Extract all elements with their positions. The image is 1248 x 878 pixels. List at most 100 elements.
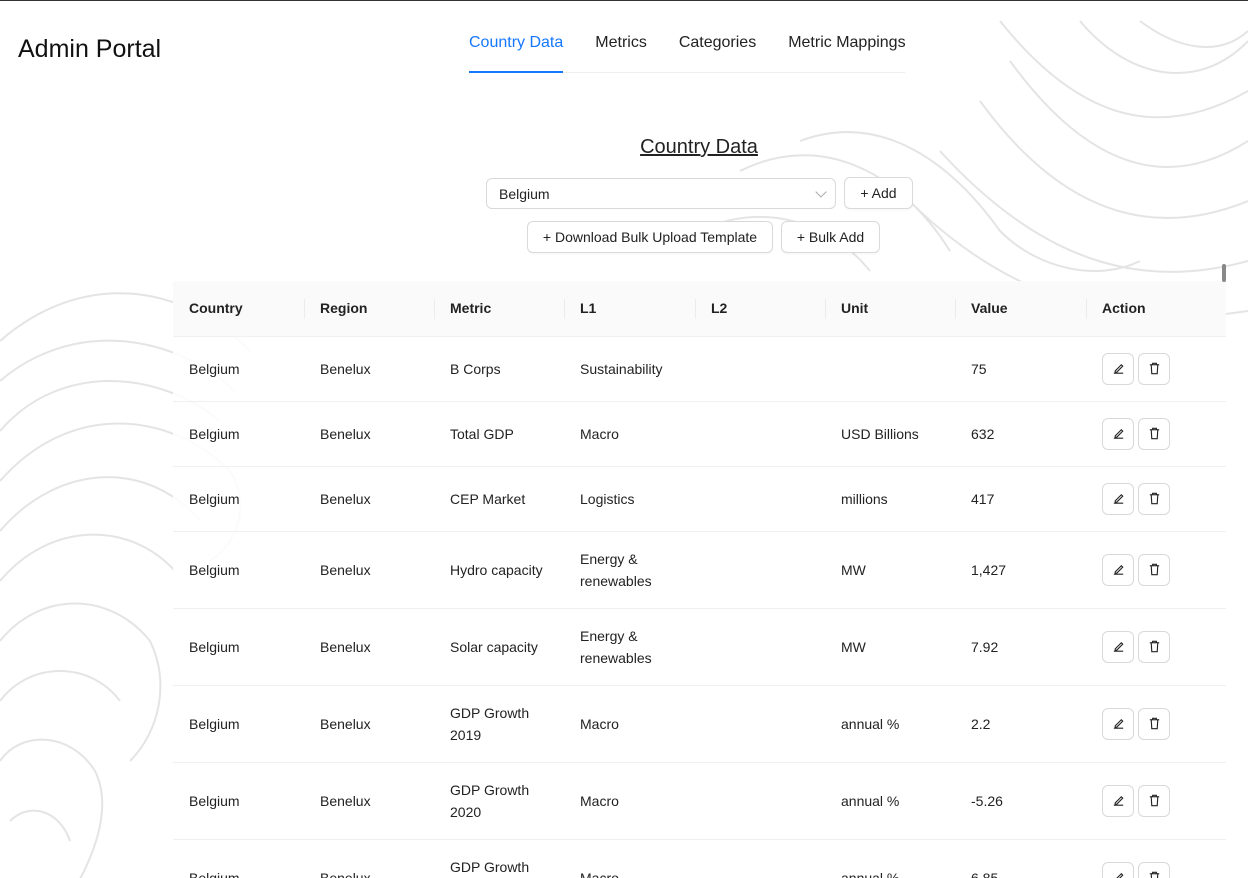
cell-action (1086, 401, 1226, 467)
delete-button[interactable] (1138, 861, 1170, 878)
delete-button[interactable] (1138, 707, 1170, 740)
edit-icon (1111, 716, 1126, 731)
cell-country: Belgium (173, 531, 304, 609)
cell-action (1086, 336, 1226, 402)
delete-button[interactable] (1138, 784, 1170, 817)
edit-button[interactable] (1102, 630, 1134, 663)
table-header-row: Country Region Metric L1 L2 Unit Value A… (173, 281, 1226, 337)
cell-l2 (695, 466, 825, 532)
cell-l1: Macro (564, 401, 695, 467)
edit-button[interactable] (1102, 417, 1134, 450)
cell-metric: GDP Growth 2020 (434, 762, 564, 840)
chevron-down-icon (815, 186, 827, 198)
row-actions (1102, 482, 1210, 515)
page-title: Country Data (640, 136, 758, 158)
cell-l1: Energy & renewables (564, 531, 695, 609)
delete-icon (1147, 716, 1162, 731)
column-header-unit[interactable]: Unit (825, 281, 955, 337)
tab-categories[interactable]: Categories (679, 31, 756, 72)
cell-region: Benelux (304, 762, 434, 840)
download-template-button[interactable]: + Download Bulk Upload Template (527, 221, 773, 253)
delete-button[interactable] (1138, 482, 1170, 515)
cell-l1: Logistics (564, 466, 695, 532)
cell-unit: MW (825, 608, 955, 686)
delete-icon (1147, 870, 1162, 878)
cell-l2 (695, 401, 825, 467)
cell-country: Belgium (173, 336, 304, 402)
country-select[interactable]: Belgium (486, 178, 836, 209)
cell-region: Benelux (304, 685, 434, 763)
cell-value: 75 (955, 336, 1086, 402)
row-actions (1102, 630, 1210, 663)
delete-button[interactable] (1138, 630, 1170, 663)
column-header-value[interactable]: Value (955, 281, 1086, 337)
row-actions (1102, 417, 1210, 450)
cell-l1: Macro (564, 762, 695, 840)
delete-icon (1147, 361, 1162, 376)
edit-icon (1111, 793, 1126, 808)
table-scrollbar[interactable] (1222, 264, 1226, 282)
column-header-region[interactable]: Region (304, 281, 434, 337)
edit-button[interactable] (1102, 861, 1134, 878)
cell-l2 (695, 336, 825, 402)
delete-button[interactable] (1138, 417, 1170, 450)
cell-value: 632 (955, 401, 1086, 467)
cell-action (1086, 466, 1226, 532)
delete-icon (1147, 562, 1162, 577)
cell-value: 7.92 (955, 608, 1086, 686)
edit-button[interactable] (1102, 784, 1134, 817)
cell-country: Belgium (173, 685, 304, 763)
cell-l2 (695, 608, 825, 686)
row-actions (1102, 352, 1210, 385)
edit-button[interactable] (1102, 707, 1134, 740)
edit-icon (1111, 562, 1126, 577)
table-row: Belgium Benelux B Corps Sustainability 75 (173, 336, 1226, 402)
table-row: Belgium Benelux Total GDP Macro USD Billions… (173, 401, 1226, 467)
cell-l1: Macro (564, 839, 695, 878)
row-actions (1102, 784, 1210, 817)
delete-icon (1147, 426, 1162, 441)
cell-l1: Macro (564, 685, 695, 763)
cell-region: Benelux (304, 336, 434, 402)
cell-action (1086, 685, 1226, 763)
table-row: Belgium Benelux Hydro capacity Energy & ren… (173, 531, 1226, 609)
tab-metrics[interactable]: Metrics (595, 31, 647, 72)
cell-value: 1,427 (955, 531, 1086, 609)
row-actions (1102, 861, 1210, 878)
edit-button[interactable] (1102, 482, 1134, 515)
delete-button[interactable] (1138, 553, 1170, 586)
edit-icon (1111, 639, 1126, 654)
cell-country: Belgium (173, 762, 304, 840)
cell-region: Benelux (304, 531, 434, 609)
add-button[interactable]: + Add (844, 177, 913, 209)
cell-unit: MW (825, 531, 955, 609)
bulk-add-button[interactable]: + Bulk Add (781, 221, 880, 253)
edit-icon (1111, 491, 1126, 506)
column-header-metric[interactable]: Metric (434, 281, 564, 337)
delete-icon (1147, 491, 1162, 506)
delete-button[interactable] (1138, 352, 1170, 385)
cell-region: Benelux (304, 401, 434, 467)
table-row: Belgium Benelux CEP Market Logistics million… (173, 466, 1226, 532)
tab-metric-mappings[interactable]: Metric Mappings (788, 31, 905, 72)
tab-country-data[interactable]: Country Data (469, 31, 564, 73)
cell-value: -5.26 (955, 762, 1086, 840)
cell-metric: CEP Market (434, 466, 564, 532)
column-header-l2[interactable]: L2 (695, 281, 825, 337)
edit-button[interactable] (1102, 553, 1134, 586)
column-header-country[interactable]: Country (173, 281, 304, 337)
edit-button[interactable] (1102, 352, 1134, 385)
cell-metric: Solar capacity (434, 608, 564, 686)
cell-metric: Hydro capacity (434, 531, 564, 609)
cell-country: Belgium (173, 839, 304, 878)
country-data-table: Country Region Metric L1 L2 Unit Value A… (173, 281, 1226, 878)
column-header-action: Action (1086, 281, 1226, 337)
cell-metric: Total GDP (434, 401, 564, 467)
delete-icon (1147, 793, 1162, 808)
cell-l2 (695, 762, 825, 840)
table-row: BelgiumBeneluxGDP Growth 2021Macro annual… (173, 839, 1226, 878)
cell-unit: annual % (825, 839, 955, 878)
cell-region: Benelux (304, 839, 434, 878)
cell-value: 417 (955, 466, 1086, 532)
column-header-l1[interactable]: L1 (564, 281, 695, 337)
